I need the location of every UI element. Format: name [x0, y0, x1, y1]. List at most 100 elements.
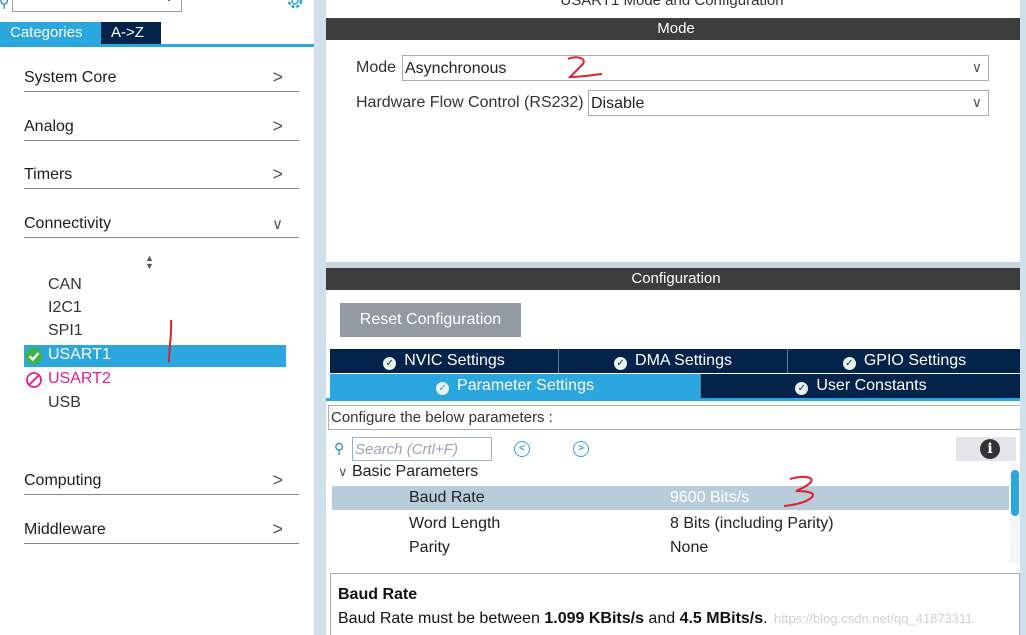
tab-user-constants[interactable]: ✓ User Constants	[701, 374, 1021, 398]
check-icon: ✓	[842, 357, 856, 370]
gear-icon[interactable]	[284, 0, 306, 10]
configure-hint: Configure the below parameters :	[328, 405, 1021, 430]
parameter-name: Baud Rate	[409, 489, 485, 506]
chevron-right-icon: >	[272, 67, 283, 87]
chevron-down-icon: ∨	[272, 216, 283, 233]
parameter-value[interactable]: 9600 Bits/s	[670, 489, 749, 507]
group-basic-parameters[interactable]: ∨ Basic Parameters	[338, 463, 478, 485]
peripheral-usart1[interactable]: USART1	[24, 345, 286, 367]
peripheral-label: CAN	[48, 276, 82, 293]
parameter-scrollbar[interactable]	[1010, 463, 1020, 563]
watermark: https://blog.csdn.net/qq_41873311	[774, 611, 973, 626]
previous-icon[interactable]: <	[514, 441, 530, 457]
parameter-search-input[interactable]: Search (Crtl+F)	[352, 437, 492, 461]
peripheral-label: USART2	[48, 370, 111, 387]
category-label: System Core	[24, 69, 117, 86]
mode-label: Mode	[356, 59, 397, 76]
peripheral-label: I2C1	[48, 299, 82, 316]
peripheral-label: USB	[48, 394, 81, 411]
category-connectivity[interactable]: Connectivity ∨	[24, 212, 299, 238]
check-icon: ✓	[795, 382, 809, 395]
description-title: Baud Rate	[338, 586, 418, 603]
description-text: Baud Rate must be between 1.099 KBits/s …	[338, 610, 768, 628]
group-label: Basic Parameters	[351, 463, 479, 480]
category-analog[interactable]: Analog >	[24, 115, 299, 141]
chevron-right-icon: >	[272, 164, 283, 184]
parameter-tree: ∨ Basic Parameters Baud Rate 9600 Bits/s…	[332, 463, 1009, 563]
mode-select[interactable]: Asynchronous ∨	[402, 55, 989, 81]
peripheral-label: SPI1	[48, 322, 83, 339]
description-mid: and	[643, 610, 680, 627]
right-panel: USART1 Mode and Configuration Mode Mode …	[326, 0, 1026, 635]
category-label: Computing	[24, 472, 102, 489]
chevron-down-icon: ∨	[971, 59, 982, 75]
chevron-right-icon: >	[272, 470, 283, 490]
peripheral-spi1[interactable]: SPI1	[24, 321, 286, 343]
category-system-core[interactable]: System Core >	[24, 66, 299, 92]
window-edge	[1020, 0, 1026, 635]
check-icon: ✓	[383, 357, 397, 370]
config-tabs-row-1: ✓ NVIC Settings ✓ DMA Settings ✓ GPIO Setti…	[330, 349, 1021, 373]
tab-label: Parameter Settings	[457, 377, 594, 394]
tab-parameter-settings[interactable]: ✓ Parameter Settings	[330, 374, 701, 398]
panel-title: USART1 Mode and Configuration	[560, 0, 784, 9]
parameter-row-parity[interactable]: Parity None	[332, 536, 1009, 560]
category-computing[interactable]: Computing >	[24, 469, 299, 495]
annotation-mark-2	[567, 56, 603, 79]
left-toolbar: ⚲ ∨	[0, 0, 314, 20]
parameter-row-baud-rate[interactable]: Baud Rate 9600 Bits/s	[332, 486, 1009, 510]
peripheral-usb[interactable]: USB	[24, 393, 286, 415]
flow-control-label: Hardware Flow Control (RS232)	[356, 94, 584, 111]
tab-label: DMA Settings	[635, 352, 732, 369]
tab-underline	[0, 44, 314, 47]
tab-a-to-z[interactable]: A->Z	[101, 22, 161, 44]
peripheral-i2c1[interactable]: I2C1	[24, 298, 286, 320]
tab-dma-settings[interactable]: ✓ DMA Settings	[559, 349, 788, 373]
chevron-down-icon: ∨	[971, 94, 982, 110]
peripheral-usart2[interactable]: USART2	[24, 369, 286, 391]
tab-label: GPIO Settings	[863, 352, 967, 369]
tab-label: NVIC Settings	[404, 352, 505, 369]
flow-control-select[interactable]: Disable ∨	[588, 90, 989, 116]
chevron-down-icon: ∨	[165, 0, 173, 4]
category-middleware[interactable]: Middleware >	[24, 518, 299, 544]
parameter-row-word-length[interactable]: Word Length 8 Bits (including Parity)	[332, 512, 1009, 536]
config-tabs-row-2: ✓ Parameter Settings ✓ User Constants	[330, 374, 1021, 398]
description-min: 1.099 KBits/s	[544, 610, 644, 627]
parameter-value[interactable]: None	[670, 539, 708, 557]
sort-icon[interactable]: ▲ ▼	[145, 254, 154, 271]
search-dropdown[interactable]: ∨	[12, 0, 182, 12]
category-tabs: Categories A->Z	[0, 22, 161, 44]
next-icon[interactable]: >	[573, 441, 589, 457]
check-icon: ✓	[614, 357, 628, 370]
mode-header: Mode	[326, 18, 1026, 40]
configuration-header: Configuration	[326, 268, 1026, 290]
scrollbar-thumb[interactable]	[1011, 470, 1019, 516]
peripheral-can[interactable]: CAN	[24, 275, 286, 297]
description-prefix: Baud Rate must be between	[338, 610, 545, 627]
annotation-mark-3	[783, 475, 814, 507]
flow-control-value: Disable	[591, 95, 645, 112]
parameter-name: Word Length	[409, 515, 501, 532]
panel-splitter[interactable]	[314, 0, 326, 635]
category-label: Connectivity	[24, 215, 112, 232]
category-timers[interactable]: Timers >	[24, 163, 299, 189]
tab-nvic-settings[interactable]: ✓ NVIC Settings	[330, 349, 559, 373]
search-icon[interactable]: ⚲	[0, 0, 9, 11]
flow-control-row: Hardware Flow Control (RS232) Disable ∨	[356, 90, 990, 116]
parameter-name: Parity	[409, 539, 450, 556]
category-label: Analog	[24, 118, 74, 135]
search-icon: ⚲	[334, 440, 345, 456]
check-icon: ✓	[436, 382, 450, 395]
annotation-mark-1	[168, 319, 173, 363]
reset-configuration-button[interactable]: Reset Configuration	[340, 303, 521, 337]
configure-text: Configure the below parameters :	[331, 409, 553, 426]
tab-categories[interactable]: Categories	[0, 22, 101, 44]
check-circle-icon	[25, 347, 43, 365]
info-button[interactable]: i	[956, 437, 1016, 461]
parameter-value[interactable]: 8 Bits (including Parity)	[670, 515, 834, 533]
tab-gpio-settings[interactable]: ✓ GPIO Settings	[788, 349, 1021, 373]
chevron-right-icon: >	[272, 116, 283, 136]
prohibited-icon	[26, 372, 42, 388]
category-label: Middleware	[24, 521, 106, 538]
